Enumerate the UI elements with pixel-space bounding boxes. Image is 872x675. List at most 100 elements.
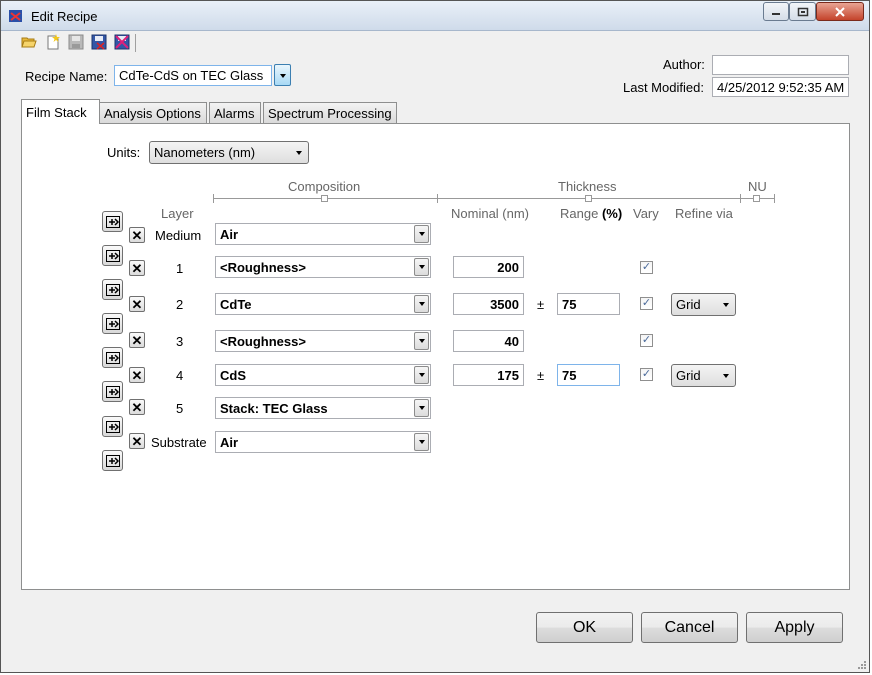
nominal-thickness-input[interactable]: 3500: [453, 293, 524, 315]
layer-name: Substrate: [151, 435, 207, 450]
nominal-header: Nominal (nm): [451, 206, 530, 221]
composition-expander[interactable]: [321, 195, 328, 202]
add-layer-button[interactable]: [102, 279, 123, 300]
window-title: Edit Recipe: [31, 9, 98, 24]
column-tick: [437, 194, 438, 203]
refine-dropdown[interactable]: Grid: [671, 293, 736, 316]
recipe-name-dropdown[interactable]: [274, 64, 291, 86]
composition-dropdown[interactable]: Air: [215, 223, 431, 245]
add-layer-icon: [105, 317, 120, 330]
composition-value: Air: [220, 226, 239, 242]
vary-checkbox[interactable]: ✓: [640, 297, 653, 310]
delete-layer-button[interactable]: ✕: [129, 260, 145, 276]
chevron-down-icon: [723, 303, 729, 307]
nominal-value: 200: [497, 259, 519, 275]
close-icon: [835, 6, 845, 17]
apply-button[interactable]: Apply: [746, 612, 843, 643]
delete-layer-button[interactable]: ✕: [129, 227, 145, 243]
composition-dropdown[interactable]: CdS: [215, 364, 431, 386]
add-layer-icon: [105, 283, 120, 296]
tab-analysis-options[interactable]: Analysis Options: [99, 102, 207, 123]
nominal-thickness-input[interactable]: 200: [453, 256, 524, 278]
last-modified-field: 4/25/2012 9:52:35 AM: [712, 77, 849, 97]
add-layer-button[interactable]: [102, 245, 123, 266]
range-header-text: Range: [560, 206, 599, 221]
tab-label: Analysis Options: [104, 105, 201, 121]
dropdown-button[interactable]: [414, 225, 429, 243]
title-bar[interactable]: Edit Recipe: [1, 1, 869, 31]
ok-button[interactable]: OK: [536, 612, 633, 643]
add-layer-icon: [105, 385, 120, 398]
delete-layer-button[interactable]: ✕: [129, 399, 145, 415]
vary-checkbox[interactable]: ✓: [640, 334, 653, 347]
vary-checkbox[interactable]: ✓: [640, 261, 653, 274]
thickness-expander[interactable]: [585, 195, 592, 202]
add-layer-button[interactable]: [102, 313, 123, 334]
units-dropdown[interactable]: Nanometers (nm): [149, 141, 309, 164]
delete-layer-button[interactable]: ✕: [129, 332, 145, 348]
dropdown-button[interactable]: [414, 433, 429, 451]
range-header: Range (%): [560, 206, 622, 221]
layer-name: 3: [176, 334, 184, 349]
add-layer-button[interactable]: [102, 416, 123, 437]
composition-value: <Roughness>: [220, 333, 306, 349]
add-layer-button[interactable]: [102, 211, 123, 232]
open-folder-icon[interactable]: [21, 34, 37, 50]
vary-checkbox[interactable]: ✓: [640, 368, 653, 381]
composition-dropdown[interactable]: <Roughness>: [215, 330, 431, 352]
maximize-button[interactable]: [789, 2, 816, 21]
toolbar-separator: [135, 34, 136, 52]
chevron-down-icon: [296, 151, 302, 155]
delete-layer-button[interactable]: ✕: [129, 433, 145, 449]
close-icon: ✕: [131, 433, 143, 449]
tab-alarms[interactable]: Alarms: [209, 102, 261, 123]
thickness-header: Thickness: [558, 179, 617, 194]
author-field[interactable]: [712, 55, 849, 75]
layer-name: Medium: [155, 228, 202, 243]
nu-expander[interactable]: [753, 195, 760, 202]
nominal-thickness-input[interactable]: 40: [453, 330, 524, 352]
layer-name: 1: [176, 261, 184, 276]
dropdown-button[interactable]: [414, 332, 429, 350]
range-input[interactable]: 75: [557, 364, 620, 386]
recipe-name-label: Recipe Name:: [25, 69, 108, 84]
new-icon[interactable]: [45, 34, 61, 50]
save-icon[interactable]: [68, 34, 84, 50]
ok-label: OK: [572, 618, 597, 636]
apply-label: Apply: [774, 618, 815, 636]
minimize-button[interactable]: [763, 2, 789, 21]
units-value: Nanometers (nm): [154, 145, 256, 160]
recipe-name-field[interactable]: CdTe-CdS on TEC Glass: [114, 65, 272, 86]
delete-layer-button[interactable]: ✕: [129, 296, 145, 312]
tab-film-stack[interactable]: Film Stack: [21, 99, 100, 124]
dropdown-button[interactable]: [414, 366, 429, 384]
nominal-value: 40: [504, 333, 519, 349]
add-layer-button[interactable]: [102, 347, 123, 368]
close-button[interactable]: [816, 2, 864, 21]
close-icon: ✕: [131, 367, 143, 383]
maximize-icon: [797, 7, 808, 16]
nominal-thickness-input[interactable]: 175: [453, 364, 524, 386]
tab-spectrum-processing[interactable]: Spectrum Processing: [263, 102, 397, 123]
composition-dropdown[interactable]: Stack: TEC Glass: [215, 397, 431, 419]
delete-icon[interactable]: [114, 34, 130, 50]
delete-layer-button[interactable]: ✕: [129, 367, 145, 383]
composition-dropdown[interactable]: Air: [215, 431, 431, 453]
cancel-button[interactable]: Cancel: [641, 612, 738, 643]
add-layer-button[interactable]: [102, 450, 123, 471]
add-layer-button[interactable]: [102, 381, 123, 402]
refine-dropdown[interactable]: Grid: [671, 364, 736, 387]
layer-name: 5: [176, 401, 184, 416]
composition-dropdown[interactable]: <Roughness>: [215, 256, 431, 278]
save-as-icon[interactable]: [91, 34, 107, 50]
composition-dropdown[interactable]: CdTe: [215, 293, 431, 315]
nominal-value: 3500: [490, 296, 519, 312]
dropdown-button[interactable]: [414, 399, 429, 417]
range-input[interactable]: 75: [557, 293, 620, 315]
resize-grip-icon[interactable]: [857, 660, 867, 670]
chevron-down-icon: [418, 265, 425, 269]
checkmark-icon: ✓: [641, 368, 652, 380]
plus-minus: ±: [537, 368, 545, 383]
dropdown-button[interactable]: [414, 295, 429, 313]
dropdown-button[interactable]: [414, 258, 429, 276]
